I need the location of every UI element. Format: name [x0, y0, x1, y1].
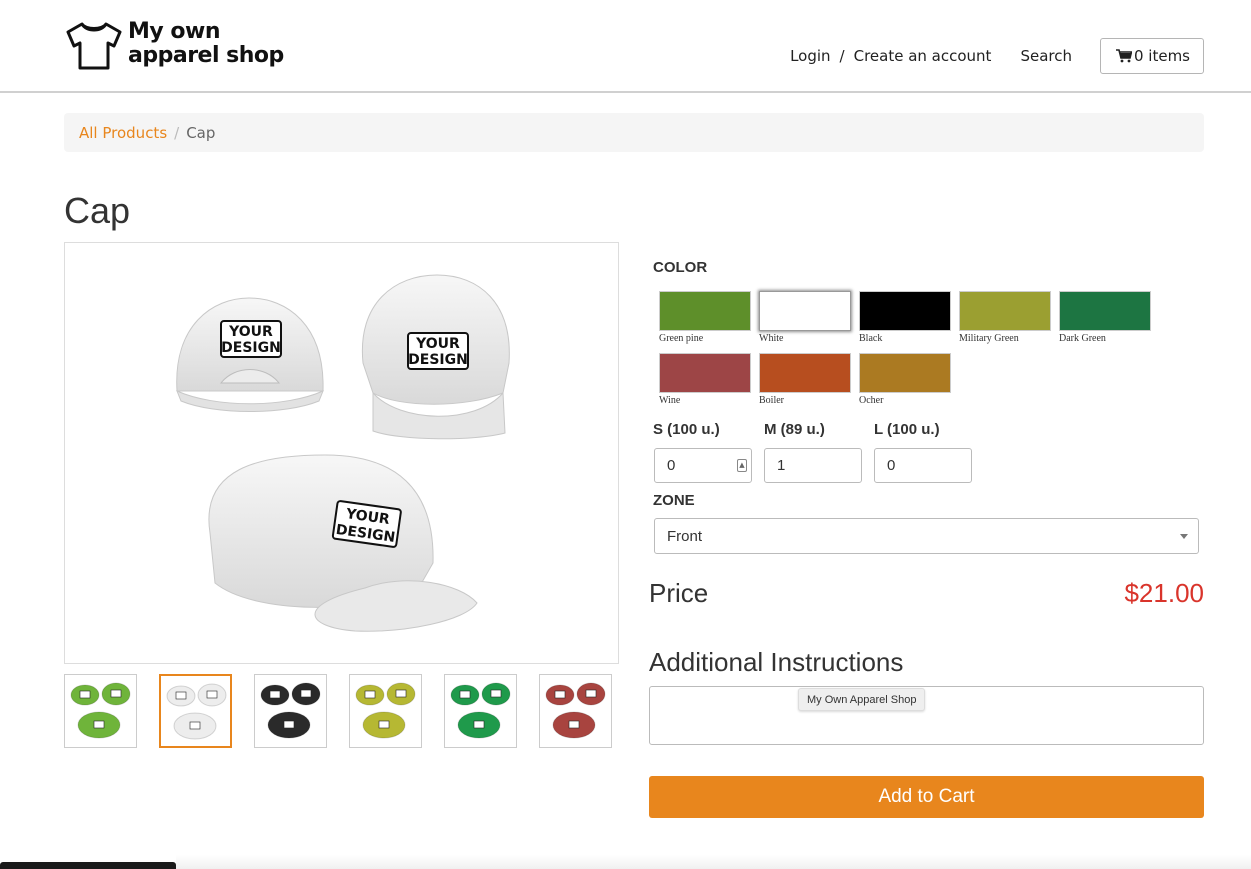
svg-text:YOUR: YOUR: [415, 336, 460, 352]
thumbnail-wine[interactable]: [539, 674, 612, 748]
bottom-tab-bar: [0, 862, 176, 869]
breadcrumb-current: Cap: [186, 123, 216, 142]
thumbnail-design-patch: [490, 689, 502, 698]
swatch-black[interactable]: Black: [859, 291, 951, 344]
size-l-input[interactable]: [874, 448, 972, 483]
zone-value: Front: [667, 527, 703, 545]
color-label: COLOR: [653, 259, 708, 276]
swatch-color: [659, 353, 751, 393]
swatch-color: [959, 291, 1051, 331]
thumbnail-design-patch: [189, 721, 201, 730]
swatch-boiler[interactable]: Boiler: [759, 353, 851, 406]
site-logo[interactable]: My own apparel shop: [64, 20, 284, 72]
instructions-textarea[interactable]: [649, 686, 1204, 745]
swatch-green-pine[interactable]: Green pine: [659, 291, 751, 344]
site-header: My own apparel shop Login / Create an ac…: [0, 0, 1251, 93]
swatch-label: Black: [859, 333, 883, 344]
swatch-label: Green pine: [659, 333, 704, 344]
design-text-1: YOUR: [228, 324, 273, 340]
size-m-input[interactable]: [764, 448, 862, 483]
size-l-label: L (100 u.): [874, 421, 940, 438]
thumbnail-white[interactable]: [159, 674, 232, 748]
size-s-label: S (100 u.): [653, 421, 720, 438]
swatch-label: Dark Green: [1059, 333, 1106, 344]
thumbnail-dark-green[interactable]: [444, 674, 517, 748]
thumbnail-black[interactable]: [254, 674, 327, 748]
thumbnail-design-patch: [93, 720, 105, 729]
tshirt-icon: [66, 22, 122, 70]
page-bottom-fade: [176, 855, 1251, 869]
thumbnail-military-green[interactable]: [349, 674, 422, 748]
logo-line-1: My own: [128, 19, 220, 44]
swatch-military-green[interactable]: Military Green: [959, 291, 1051, 344]
nav-separator: /: [839, 47, 845, 65]
thumbnail-green[interactable]: [64, 674, 137, 748]
thumbnail-design-patch: [110, 689, 122, 698]
price-label: Price: [649, 578, 709, 608]
thumbnail-design-patch: [395, 689, 407, 698]
size-m-label: M (89 u.): [764, 421, 825, 438]
swatch-color: [859, 353, 951, 393]
price-value: $21.00: [1124, 578, 1204, 608]
swatch-color: [659, 291, 751, 331]
thumbnail-design-patch: [175, 691, 187, 700]
swatch-dark-green[interactable]: Dark Green: [1059, 291, 1151, 344]
thumbnail-design-patch: [459, 690, 471, 699]
cap-front-view: YOUR DESIGN: [361, 274, 510, 440]
search-link[interactable]: Search: [1020, 47, 1072, 65]
header-nav: Login / Create an account Search 0 items: [790, 38, 1204, 74]
dropdown-arrow-icon: [1180, 534, 1188, 539]
swatch-label: Wine: [659, 395, 681, 406]
swatch-label: White: [759, 333, 784, 344]
swatch-color: [759, 291, 851, 331]
thumbnail-design-patch: [585, 689, 597, 698]
svg-text:DESIGN: DESIGN: [221, 340, 281, 356]
cap-back-view: YOUR DESIGN: [176, 297, 324, 412]
swatch-white[interactable]: White: [759, 291, 851, 344]
breadcrumb: All Products / Cap: [64, 113, 1204, 152]
logo-text: My own apparel shop: [128, 20, 284, 68]
thumbnail-strip: [64, 674, 612, 748]
product-main-image[interactable]: YOUR DESIGN YOUR DESIGN YOUR DESIGN: [64, 242, 619, 664]
create-account-link[interactable]: Create an account: [854, 47, 992, 65]
thumbnail-design-patch: [554, 690, 566, 699]
thumbnail-design-patch: [364, 690, 376, 699]
breadcrumb-all-products[interactable]: All Products: [79, 124, 167, 142]
zone-select[interactable]: Front: [654, 518, 1199, 554]
cap-image: YOUR DESIGN YOUR DESIGN YOUR DESIGN: [176, 274, 510, 632]
thumbnail-design-patch: [283, 720, 295, 729]
thumbnail-design-patch: [568, 720, 580, 729]
cart-button[interactable]: 0 items: [1099, 38, 1204, 74]
add-to-cart-button[interactable]: Add to Cart: [649, 776, 1204, 818]
login-link[interactable]: Login: [790, 47, 830, 65]
swatch-color: [1059, 291, 1151, 331]
swatch-label: Ocher: [859, 395, 884, 406]
instructions-title: Additional Instructions: [649, 647, 904, 677]
thumbnail-design-patch: [79, 690, 91, 699]
swatch-color: [859, 291, 951, 331]
thumbnail-design-patch: [206, 690, 218, 699]
thumbnail-design-patch: [300, 689, 312, 698]
page-title: Cap: [64, 190, 131, 231]
tooltip: My Own Apparel Shop: [798, 688, 926, 711]
logo-line-2: apparel shop: [128, 43, 284, 68]
zone-label: ZONE: [653, 492, 695, 509]
swatch-label: Boiler: [759, 395, 784, 406]
shopping-cart-icon: [1115, 49, 1132, 63]
swatch-color: [759, 353, 851, 393]
thumbnail-design-patch: [473, 720, 485, 729]
thumbnail-design-patch: [378, 720, 390, 729]
thumbnail-design-patch: [269, 690, 281, 699]
cap-side-view: YOUR DESIGN: [208, 454, 478, 632]
swatch-ocher[interactable]: Ocher: [859, 353, 951, 406]
contact-card-icon: ▲: [737, 459, 747, 472]
breadcrumb-separator: /: [174, 123, 180, 142]
swatch-wine[interactable]: Wine: [659, 353, 751, 406]
svg-text:DESIGN: DESIGN: [408, 352, 468, 368]
cart-count: 0 items: [1133, 47, 1190, 65]
swatch-label: Military Green: [959, 333, 1019, 344]
